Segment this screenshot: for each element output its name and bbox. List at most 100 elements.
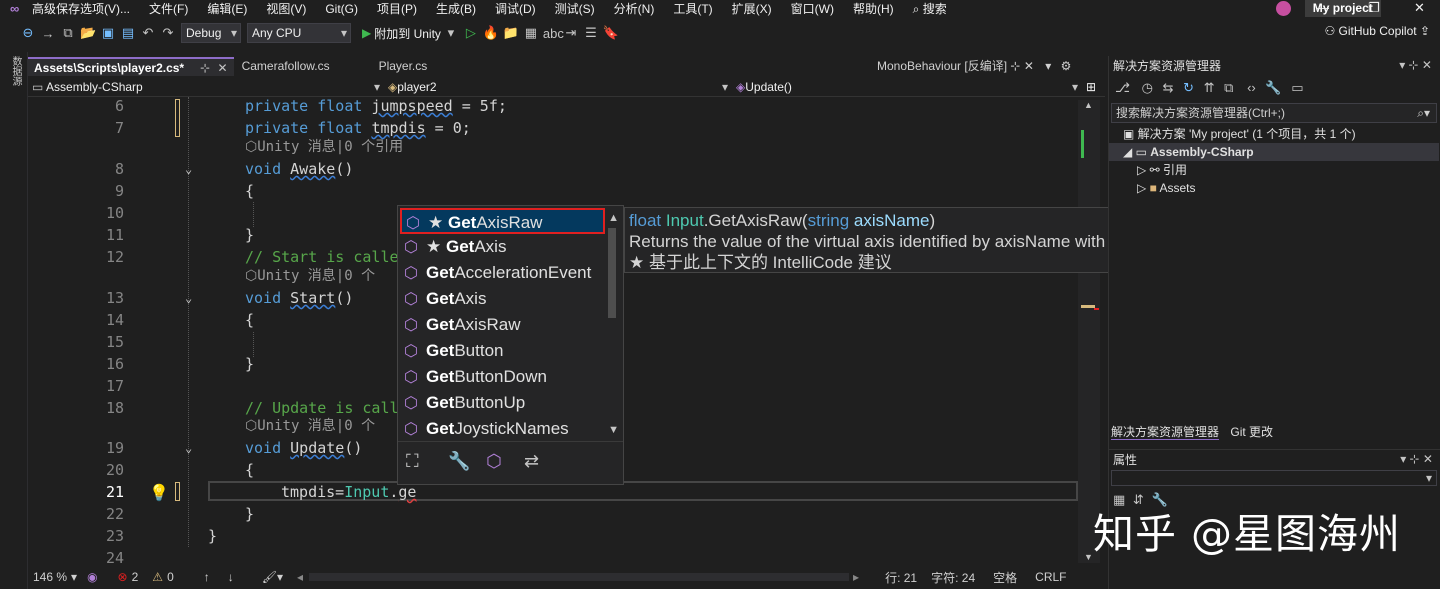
browse-icon[interactable]: 📁: [503, 25, 519, 41]
menu-git[interactable]: Git(G): [325, 2, 358, 16]
tree-assets[interactable]: ▷ ■ Assets: [1137, 179, 1196, 197]
copilot-status-icon[interactable]: ◉: [87, 570, 97, 584]
member-dropdown[interactable]: ◈Update() ▾: [736, 79, 1078, 95]
close-tab-icon[interactable]: ✕: [218, 61, 228, 75]
play-icon[interactable]: ▶: [362, 26, 371, 40]
tab-player2[interactable]: Assets\Scripts\player2.cs* ⊹ ✕: [28, 57, 234, 76]
panel-options-icon[interactable]: ▾ ⊹ ✕: [1400, 452, 1433, 466]
completion-item[interactable]: ⬡ GetAccelerationEvent: [400, 260, 605, 286]
step-icon[interactable]: ⇥: [563, 25, 579, 41]
completion-scrollbar-thumb[interactable]: [608, 228, 616, 318]
zoom-level[interactable]: 146 %: [33, 570, 67, 584]
menu-build[interactable]: 生成(B): [436, 0, 476, 17]
search-icon[interactable]: ⌕▾: [1417, 104, 1430, 122]
lightbulb-icon[interactable]: 💡: [149, 483, 169, 503]
search-menu[interactable]: ⌕ 搜索: [913, 0, 947, 17]
extension-filter-icon[interactable]: ⇄: [524, 451, 539, 472]
github-copilot-button[interactable]: ⚇ GitHub Copilot ⇪: [1324, 24, 1430, 38]
settings-icon[interactable]: ⚙: [1061, 59, 1072, 73]
tree-solution[interactable]: ▣ 解决方案 'My project' (1 个项目，共 1 个): [1123, 125, 1356, 143]
collapse-icon[interactable]: ⌄: [185, 437, 192, 459]
scroll-left-icon[interactable]: ◂: [297, 570, 303, 584]
pin-icon[interactable]: ⊹: [200, 61, 210, 75]
expand-icon[interactable]: ▷: [1137, 181, 1150, 195]
tree-project[interactable]: ◢ ▭ Assembly-CSharp: [1109, 143, 1439, 161]
editor-scrollbar[interactable]: ▲ ▼: [1078, 100, 1100, 563]
menu-project[interactable]: 项目(P): [377, 0, 417, 17]
whitespace-indicator[interactable]: 空格: [993, 569, 1017, 586]
completion-item[interactable]: ⬡ GetAxis: [400, 286, 605, 312]
menu-debug[interactable]: 调试(D): [495, 0, 536, 17]
completion-item[interactable]: ⬡ GetAxisRaw: [400, 312, 605, 338]
forward-icon[interactable]: →: [40, 26, 56, 41]
menu-window[interactable]: 窗口(W): [791, 0, 834, 17]
show-all-files-icon[interactable]: ⧉: [1224, 80, 1233, 95]
completion-item[interactable]: ⬡ GetButton: [400, 338, 605, 364]
completion-item[interactable]: ⬡ GetButtonUp: [400, 390, 605, 416]
configuration-dropdown[interactable]: Debug: [181, 23, 241, 43]
pin-icon[interactable]: ⊹: [1010, 59, 1020, 73]
back-icon[interactable]: ⊖: [20, 25, 36, 41]
completion-item[interactable]: ⬡ ★ GetAxisRaw: [400, 208, 605, 234]
warning-count[interactable]: 0: [167, 570, 174, 584]
menu-edit[interactable]: 编辑(E): [207, 0, 247, 17]
collapse-icon[interactable]: ⌄: [185, 158, 192, 180]
menu-extensions[interactable]: 扩展(X): [732, 0, 772, 17]
save-icon[interactable]: ▣: [100, 25, 116, 41]
open-folder-icon[interactable]: 📂: [80, 25, 96, 41]
expand-icon[interactable]: ▷: [1137, 163, 1150, 177]
minimize-icon[interactable]: —: [1316, 0, 1329, 15]
completion-item[interactable]: ⬡ GetButtonDown: [400, 364, 605, 390]
tab-camerafollow[interactable]: Camerafollow.cs: [236, 57, 371, 76]
column-indicator[interactable]: 字符: 24: [931, 569, 975, 586]
horizontal-scrollbar[interactable]: [309, 573, 850, 581]
collapse-icon[interactable]: ⌄: [185, 287, 192, 309]
spell-check-icon[interactable]: abc: [543, 26, 564, 41]
hot-reload-icon[interactable]: 🔥: [483, 25, 499, 41]
dropdown-icon[interactable]: ▾: [71, 570, 77, 584]
comment-icon[interactable]: ☰: [583, 25, 599, 41]
menu-view[interactable]: 视图(V): [266, 0, 306, 17]
menu-file[interactable]: 文件(F): [149, 0, 188, 17]
menu-advanced-save[interactable]: 高级保存选项(V)...: [32, 0, 130, 17]
avatar[interactable]: [1275, 1, 1291, 16]
sync-icon[interactable]: ⇆: [1163, 80, 1174, 95]
split-editor-icon[interactable]: ⊞: [1086, 79, 1096, 95]
save-all-icon[interactable]: ▤: [120, 25, 136, 41]
menu-tools[interactable]: 工具(T): [673, 0, 712, 17]
code-lens[interactable]: ⬡Unity 消息|0 个引用: [245, 137, 403, 157]
history-icon[interactable]: ◷: [1142, 80, 1153, 95]
scroll-up-icon[interactable]: ▲: [608, 212, 619, 224]
preview-icon[interactable]: ▭: [1291, 80, 1303, 95]
previous-issue-icon[interactable]: ↑: [204, 570, 210, 584]
properties-object-dropdown[interactable]: ▾: [1111, 470, 1437, 486]
attach-unity-button[interactable]: 附加到 Unity: [374, 25, 441, 42]
completion-item[interactable]: ⬡ GetJoystickNames: [400, 416, 605, 442]
undo-icon[interactable]: ↶: [140, 25, 156, 41]
new-project-icon[interactable]: ⧉: [60, 25, 76, 41]
menu-test[interactable]: 测试(S): [555, 0, 595, 17]
scroll-up-icon[interactable]: ▲: [1084, 100, 1093, 110]
refresh-icon[interactable]: ↻: [1183, 80, 1194, 95]
solution-search-input[interactable]: 搜索解决方案资源管理器(Ctrl+;) ⌕▾: [1111, 103, 1437, 123]
close-tab-icon[interactable]: ✕: [1024, 59, 1034, 73]
expand-selection-icon[interactable]: ⛶: [406, 451, 419, 472]
code-cleanup-icon[interactable]: 🖌▾: [262, 570, 283, 584]
menu-help[interactable]: 帮助(H): [853, 0, 894, 17]
next-issue-icon[interactable]: ↓: [228, 570, 234, 584]
platform-dropdown[interactable]: Any CPU: [247, 23, 351, 43]
switch-views-icon[interactable]: ⎇: [1115, 80, 1130, 95]
method-filter-icon[interactable]: ⬡: [486, 451, 502, 472]
close-icon[interactable]: ✕: [1414, 0, 1425, 16]
restore-icon[interactable]: ❐: [1368, 0, 1380, 16]
line-indicator[interactable]: 行: 21: [885, 569, 917, 586]
code-lens[interactable]: ⬡Unity 消息|0 个: [245, 416, 375, 436]
tab-list-icon[interactable]: ▾: [1045, 59, 1051, 73]
layout-icon[interactable]: ▦: [523, 25, 539, 41]
scroll-down-icon[interactable]: ▼: [608, 424, 619, 436]
dropdown-icon[interactable]: ▾: [443, 25, 459, 41]
line-ending-indicator[interactable]: CRLF: [1035, 570, 1066, 584]
panel-options-icon[interactable]: ▾ ⊹ ✕: [1399, 58, 1432, 72]
expand-icon[interactable]: ◢: [1123, 145, 1136, 159]
share-icon[interactable]: ⇪: [1420, 24, 1430, 38]
